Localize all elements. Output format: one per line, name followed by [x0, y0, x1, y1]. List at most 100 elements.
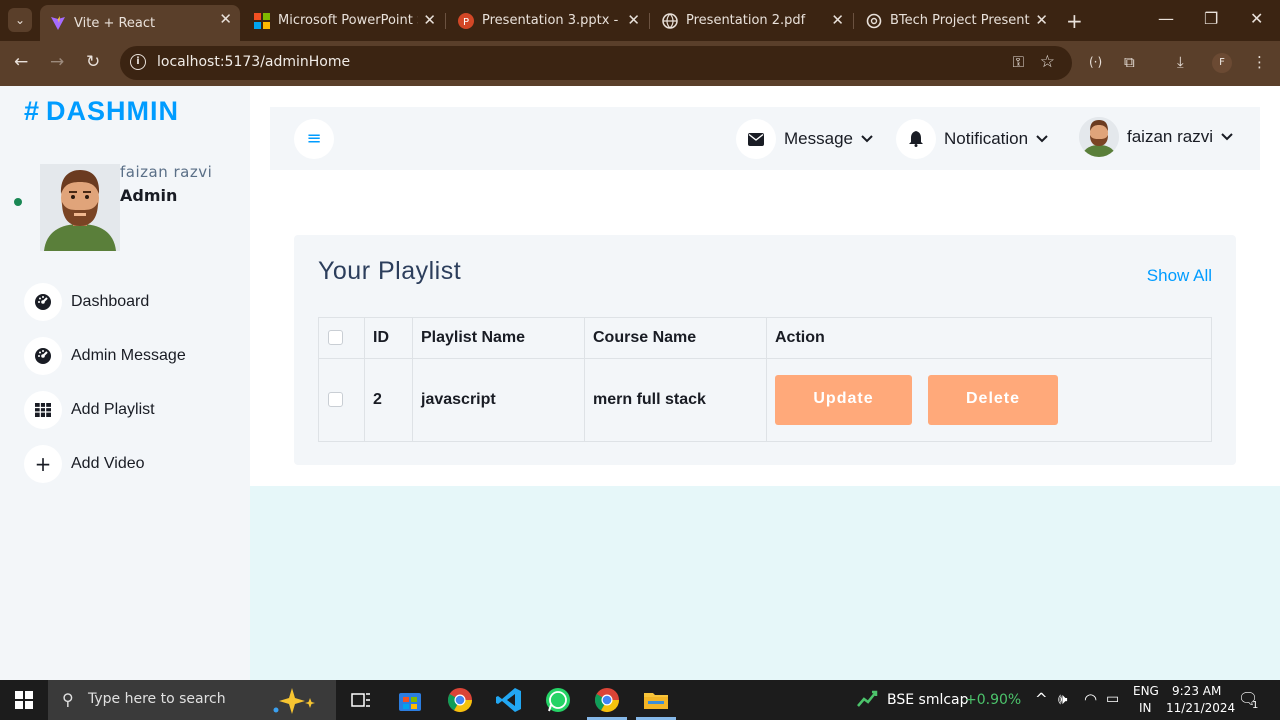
restore-button[interactable]: ❐ [1204, 9, 1218, 28]
user-avatar-small [1079, 117, 1119, 157]
delete-button[interactable]: Delete [928, 375, 1058, 425]
brand-logo[interactable]: # DASHMIN [24, 96, 179, 127]
online-status-dot [14, 198, 22, 206]
close-icon[interactable]: ✕ [627, 11, 640, 29]
update-button[interactable]: Update [775, 375, 912, 425]
playlist-card: Your Playlist Show All ID Playlist Name … [294, 235, 1236, 465]
task-view-icon[interactable] [347, 686, 375, 714]
browser-tab-presentation-2[interactable]: Presentation 2.pdf ✕ [652, 6, 852, 35]
close-icon[interactable]: ✕ [831, 11, 844, 29]
kebab-menu-icon[interactable]: ⋮ [1252, 53, 1267, 71]
show-all-link[interactable]: Show All [1147, 266, 1212, 286]
chevron-up-icon[interactable]: ^ [1035, 690, 1048, 708]
main-content: ≡ Message Notification faizan razvi Your… [250, 86, 1280, 680]
vite-icon [51, 16, 65, 30]
site-info-icon[interactable]: i [130, 54, 146, 70]
row-checkbox[interactable] [328, 392, 343, 408]
chrome-icon[interactable] [446, 686, 474, 714]
microsoft-store-icon[interactable] [396, 686, 424, 714]
tab-title: Presentation 3.pptx - Mic [482, 13, 622, 28]
browser-tab-presentation-3[interactable]: P Presentation 3.pptx - Mic ✕ [448, 6, 648, 35]
sidebar-item-label: Add Video [71, 455, 145, 472]
minimize-button[interactable]: — [1158, 9, 1174, 28]
globe-icon [662, 12, 678, 29]
sidebar-item-label: Dashboard [71, 293, 150, 310]
bell-icon [896, 119, 936, 159]
tab-search-button[interactable]: ⌄ [8, 8, 32, 32]
extension-icon[interactable]: (·) [1089, 55, 1102, 69]
vscode-icon[interactable] [495, 686, 523, 714]
select-all-checkbox[interactable] [328, 330, 343, 346]
tachometer-icon [24, 337, 62, 375]
tab-title: Vite + React [74, 15, 156, 31]
bookmark-star-icon[interactable]: ☆ [1040, 52, 1055, 72]
tab-separator [445, 13, 446, 29]
user-avatar [40, 164, 120, 251]
column-header-action: Action [766, 317, 1212, 359]
playlist-title: Your Playlist [318, 257, 462, 285]
microsoft-icon [254, 12, 270, 29]
table-header-row: ID Playlist Name Course Name Action [318, 317, 1212, 359]
browser-tab-btech-project[interactable]: BTech Project Presentatio ✕ [856, 6, 1056, 35]
cell-action: Update Delete [766, 358, 1212, 442]
region-indicator[interactable]: IN [1139, 701, 1152, 715]
browser-toolbar: ← → ↻ i localhost:5173/adminHome ⚿ ☆ (·)… [0, 41, 1280, 86]
browser-tab-vite[interactable]: Vite + React ✕ [40, 5, 240, 41]
clock-time[interactable]: 9:23 AM [1172, 684, 1221, 698]
tab-title: BTech Project Presentatio [890, 13, 1030, 28]
stock-chart-icon [856, 686, 884, 714]
puzzle-extensions-icon[interactable]: ⧉ [1124, 53, 1135, 71]
language-indicator[interactable]: ENG [1133, 684, 1159, 698]
cell-course-name: mern full stack [584, 358, 767, 442]
message-label: Message [784, 129, 853, 148]
file-explorer-icon[interactable] [642, 686, 670, 714]
battery-icon[interactable]: ▭ [1106, 691, 1119, 707]
close-icon[interactable]: ✕ [1035, 11, 1048, 29]
back-button[interactable]: ← [14, 52, 28, 72]
whatsapp-icon[interactable] [544, 686, 572, 714]
url-text[interactable]: localhost:5173/adminHome [157, 54, 350, 70]
chevron-down-icon [1036, 132, 1048, 146]
download-icon[interactable]: ⤓ [1177, 53, 1184, 71]
hamburger-menu-icon[interactable]: ≡ [294, 119, 334, 159]
stock-change: +0.90% [965, 692, 1022, 708]
hashtag-icon: # [24, 96, 41, 126]
sidebar-panel: # DASHMIN faizan razvi Admin Dashboard A… [0, 86, 226, 498]
notification-dropdown[interactable]: Notification [896, 119, 1048, 159]
address-bar[interactable]: i localhost:5173/adminHome ⚿ ☆ [120, 46, 1072, 80]
browser-tab-powerpoint-slides[interactable]: Microsoft PowerPoint Slic ✕ [244, 6, 444, 35]
profile-avatar[interactable]: F [1212, 53, 1232, 73]
windows-start-icon[interactable] [15, 691, 33, 713]
plus-icon: + [24, 445, 62, 483]
wifi-icon[interactable]: ◠ [1084, 690, 1097, 708]
sidebar-item-add-video[interactable]: + Add Video [24, 444, 224, 484]
browser-tab-strip: ⌄ Vite + React ✕ Microsoft PowerPoint Sl… [0, 0, 1280, 41]
password-key-icon[interactable]: ⚿ [1013, 53, 1024, 71]
volume-icon[interactable]: 🕪 [1058, 690, 1067, 708]
sidebar: # DASHMIN faizan razvi Admin Dashboard A… [0, 86, 250, 680]
close-icon[interactable]: ✕ [423, 11, 436, 29]
user-profile-dropdown[interactable]: faizan razvi [1079, 117, 1233, 157]
taskbar-search-box[interactable]: ⚲ Type here to search [48, 680, 336, 720]
new-tab-button[interactable]: + [1066, 9, 1083, 33]
forward-button[interactable]: → [50, 52, 64, 72]
message-dropdown[interactable]: Message [736, 119, 873, 159]
reload-button[interactable]: ↻ [86, 52, 100, 72]
clock-date[interactable]: 11/21/2024 [1166, 701, 1235, 715]
sidebar-item-add-playlist[interactable]: Add Playlist [24, 390, 224, 430]
brand-name: DASHMIN [46, 96, 180, 126]
stock-name[interactable]: BSE smlcap [887, 692, 969, 708]
chrome-active-icon[interactable] [593, 686, 621, 714]
sidebar-user-name: faizan razvi [120, 163, 213, 181]
sidebar-item-admin-message[interactable]: Admin Message [24, 336, 224, 376]
avatar-illustration [40, 164, 120, 251]
chevron-down-icon [861, 132, 873, 146]
windows-taskbar: ⚲ Type here to search BSE smlcap +0.90% … [0, 680, 1280, 720]
taskbar-search-placeholder: Type here to search [88, 691, 226, 707]
close-window-button[interactable]: ✕ [1250, 9, 1263, 28]
tab-separator [853, 13, 854, 29]
sidebar-item-dashboard[interactable]: Dashboard [24, 282, 224, 322]
envelope-icon [736, 119, 776, 159]
notification-label: Notification [944, 129, 1029, 148]
close-icon[interactable]: ✕ [219, 10, 232, 28]
